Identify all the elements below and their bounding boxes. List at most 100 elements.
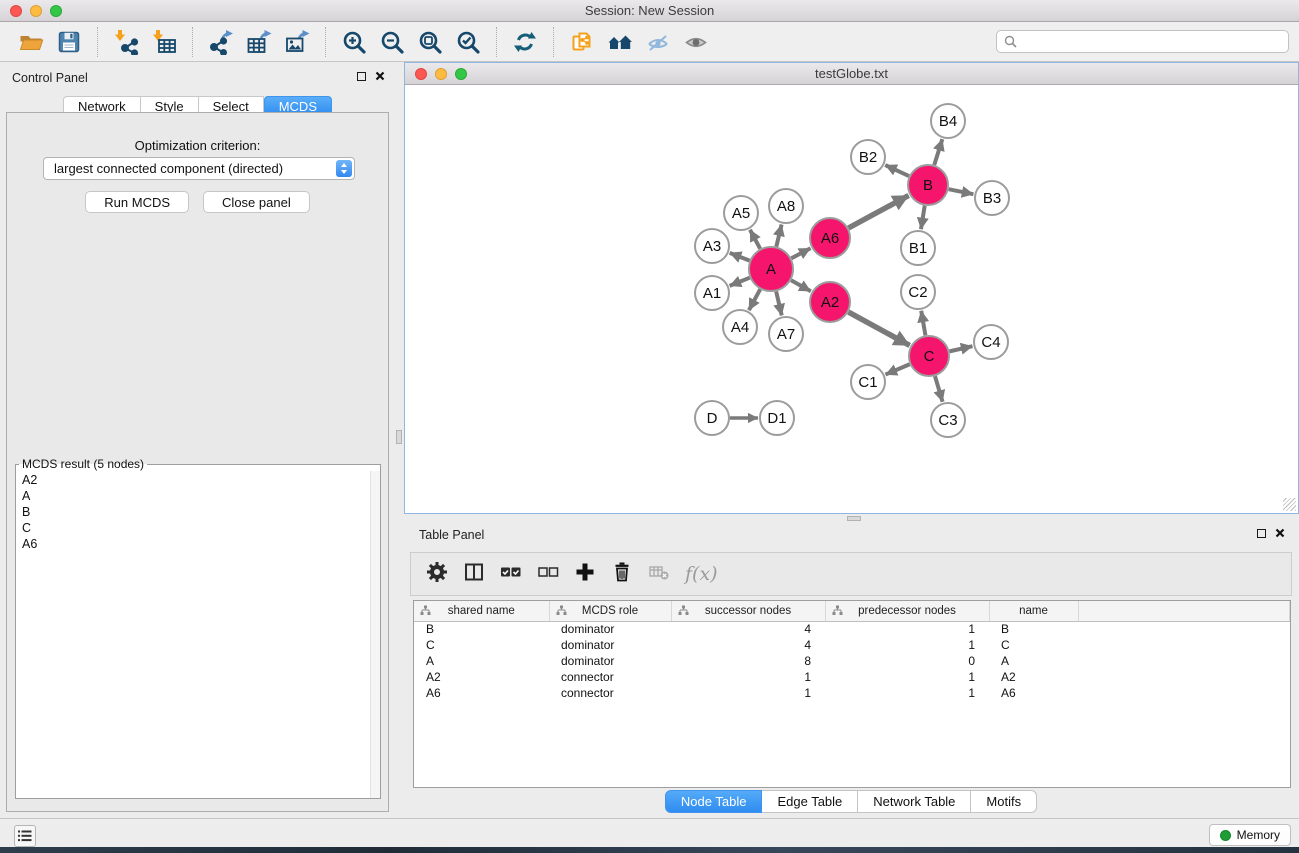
open-session-icon[interactable] — [16, 27, 46, 57]
edge-B-B1[interactable] — [921, 206, 925, 229]
table-cell[interactable]: 1 — [671, 685, 825, 701]
column-header-successor-nodes[interactable]: successor nodes — [671, 601, 825, 621]
export-network-icon[interactable] — [206, 27, 236, 57]
edge-A-A6[interactable] — [791, 248, 810, 258]
select-all-columns-icon[interactable] — [500, 561, 522, 588]
show-column-pane-icon[interactable] — [463, 561, 485, 588]
search-input[interactable] — [1022, 35, 1288, 49]
table-cell[interactable]: dominator — [549, 637, 671, 653]
table-cell[interactable]: 8 — [671, 653, 825, 669]
edge-C-C1[interactable] — [885, 364, 909, 374]
tab-node-table[interactable]: Node Table — [665, 790, 763, 813]
close-panel-button[interactable]: Close panel — [203, 191, 310, 213]
column-header-name[interactable]: name — [989, 601, 1078, 621]
table-cell[interactable]: connector — [549, 669, 671, 685]
delete-rows-trash-icon[interactable] — [611, 561, 633, 588]
memory-button[interactable]: Memory — [1209, 824, 1291, 846]
table-cell[interactable]: A6 — [989, 685, 1078, 701]
table-cell[interactable]: connector — [549, 685, 671, 701]
table-cell[interactable]: 1 — [671, 669, 825, 685]
import-table-icon[interactable] — [149, 27, 179, 57]
edge-A-A1[interactable] — [730, 278, 750, 286]
table-settings-gear-icon[interactable] — [426, 561, 448, 588]
edge-B-B3[interactable] — [949, 189, 974, 194]
show-graphics-details-icon[interactable] — [681, 27, 711, 57]
vertical-splitter-grip[interactable] — [396, 430, 402, 444]
edge-C-C3[interactable] — [935, 376, 943, 402]
mcds-result-item[interactable]: B — [22, 504, 374, 520]
result-scrollbar[interactable] — [370, 471, 380, 798]
column-header-MCDS-role[interactable]: MCDS role — [549, 601, 671, 621]
tab-motifs[interactable]: Motifs — [971, 790, 1037, 813]
table-cell[interactable]: C — [414, 637, 549, 653]
table-cell[interactable]: A — [989, 653, 1078, 669]
horizontal-splitter-grip[interactable] — [847, 516, 861, 521]
mcds-result-item[interactable]: A6 — [22, 536, 374, 552]
edge-C-C4[interactable] — [949, 346, 972, 351]
edge-A6-B[interactable] — [848, 195, 908, 228]
table-cell[interactable]: C — [989, 637, 1078, 653]
table-cell[interactable]: 1 — [825, 637, 989, 653]
table-row[interactable]: A6connector11A6 — [414, 685, 1290, 701]
column-header-predecessor-nodes[interactable]: predecessor nodes — [825, 601, 989, 621]
table-row[interactable]: Cdominator41C — [414, 637, 1290, 653]
edge-B-B2[interactable] — [885, 165, 909, 176]
export-image-icon[interactable] — [282, 27, 312, 57]
run-mcds-button[interactable]: Run MCDS — [85, 191, 189, 213]
float-panel-icon[interactable] — [357, 72, 366, 81]
task-history-button[interactable] — [14, 825, 36, 847]
table-cell[interactable]: B — [989, 621, 1078, 637]
vertical-splitter[interactable] — [395, 62, 403, 818]
mcds-result-item[interactable]: C — [22, 520, 374, 536]
home-networks-icon[interactable] — [605, 27, 635, 57]
table-cell[interactable]: 1 — [825, 669, 989, 685]
zoom-in-icon[interactable] — [339, 27, 369, 57]
close-panel-icon[interactable] — [375, 71, 385, 81]
edge-A-A8[interactable] — [776, 224, 781, 246]
import-network-icon[interactable] — [111, 27, 141, 57]
table-row[interactable]: A2connector11A2 — [414, 669, 1290, 685]
edge-A-A5[interactable] — [750, 230, 760, 249]
table-cell[interactable]: 1 — [825, 621, 989, 637]
close-panel-icon[interactable] — [1275, 528, 1285, 538]
window-resize-grip[interactable] — [1283, 498, 1296, 511]
edge-A-A2[interactable] — [791, 280, 811, 291]
zoom-selected-icon[interactable] — [453, 27, 483, 57]
table-cell[interactable]: dominator — [549, 621, 671, 637]
refresh-icon[interactable] — [510, 27, 540, 57]
zoom-fit-icon[interactable] — [415, 27, 445, 57]
optimization-criterion-dropdown[interactable]: largest connected component (directed) — [43, 157, 355, 180]
table-cell[interactable]: 0 — [825, 653, 989, 669]
table-row[interactable]: Adominator80A — [414, 653, 1290, 669]
table-cell[interactable]: 1 — [825, 685, 989, 701]
export-table-icon[interactable] — [244, 27, 274, 57]
create-column-plus-icon[interactable] — [574, 561, 596, 588]
column-header-shared-name[interactable]: shared name — [414, 601, 549, 621]
tab-network-table[interactable]: Network Table — [858, 790, 971, 813]
save-session-icon[interactable] — [54, 27, 84, 57]
mcds-result-item[interactable]: A — [22, 488, 374, 504]
edge-C-C2[interactable] — [921, 311, 925, 336]
clone-network-icon[interactable] — [567, 27, 597, 57]
table-cell[interactable]: B — [414, 621, 549, 637]
table-cell[interactable]: 4 — [671, 637, 825, 653]
horizontal-splitter[interactable] — [403, 514, 1299, 522]
mcds-result-item[interactable]: A2 — [22, 472, 374, 488]
table-cell[interactable]: dominator — [549, 653, 671, 669]
edge-B-B4[interactable] — [934, 139, 942, 165]
table-row[interactable]: Bdominator41B — [414, 621, 1290, 637]
table-cell[interactable]: A — [414, 653, 549, 669]
table-cell[interactable]: A2 — [989, 669, 1078, 685]
edge-A-A3[interactable] — [730, 253, 750, 261]
zoom-out-icon[interactable] — [377, 27, 407, 57]
tab-edge-table[interactable]: Edge Table — [762, 790, 858, 813]
float-panel-icon[interactable] — [1257, 529, 1266, 538]
unselect-all-columns-icon[interactable] — [537, 561, 559, 588]
table-cell[interactable]: A2 — [414, 669, 549, 685]
edge-A-A4[interactable] — [749, 289, 760, 310]
edge-A-A7[interactable] — [776, 291, 782, 315]
table-cell[interactable]: 4 — [671, 621, 825, 637]
edge-A2-C[interactable] — [848, 312, 909, 345]
table-cell[interactable]: A6 — [414, 685, 549, 701]
network-canvas[interactable]: B4B2BB3B1A5A8A6A3AA1A2C2A4A7C4CC1C3DD1 — [405, 85, 1298, 513]
